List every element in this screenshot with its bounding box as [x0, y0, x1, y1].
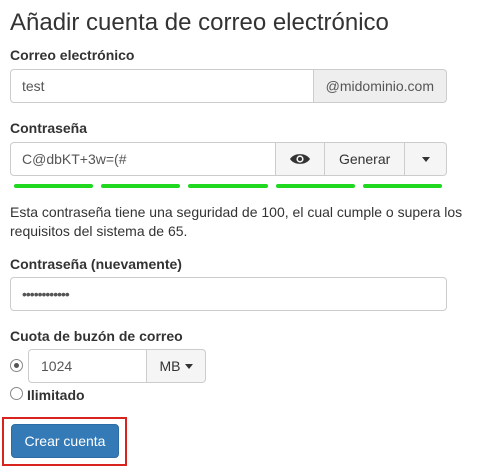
quota-unlimited-label[interactable]: Ilimitado	[27, 386, 85, 404]
email-domain-addon: @midominio.com	[313, 69, 447, 103]
strength-segment	[275, 184, 355, 188]
password-confirm-input[interactable]: ••••••••••••	[10, 277, 447, 311]
quota-unlimited-radio[interactable]	[10, 387, 23, 400]
email-input[interactable]: test	[10, 69, 314, 103]
quota-limited-radio[interactable]	[10, 359, 23, 372]
quota-label: Cuota de buzón de correo	[10, 328, 183, 344]
caret-down-icon	[184, 363, 193, 369]
strength-segment	[188, 184, 268, 188]
password-strength-meter	[14, 184, 443, 189]
generate-options-dropdown[interactable]	[405, 142, 447, 176]
show-password-button[interactable]	[276, 142, 326, 176]
password-label: Contraseña	[10, 120, 88, 136]
strength-segment	[362, 184, 443, 188]
create-account-button[interactable]: Crear cuenta	[11, 424, 119, 458]
email-label: Correo electrónico	[10, 47, 135, 63]
strength-segment	[14, 184, 94, 188]
page-title: Añadir cuenta de correo electrónico	[10, 9, 389, 36]
quota-unit-dropdown[interactable]: MB	[147, 349, 206, 383]
password-confirm-group: ••••••••••••	[10, 277, 447, 311]
eye-icon	[290, 154, 311, 164]
strength-segment	[101, 184, 181, 188]
password-strength-help: Esta contraseña tiene una seguridad de 1…	[10, 204, 463, 239]
email-input-group: test @midominio.com	[10, 69, 447, 103]
quota-input-group: 1024 MB	[28, 349, 206, 383]
generate-password-button[interactable]: Generar	[325, 142, 406, 176]
password-input-group: C@dbKT+3w=(# Generar	[10, 142, 447, 176]
caret-down-icon	[421, 156, 430, 162]
password-confirm-label: Contraseña (nuevamente)	[10, 256, 182, 272]
quota-unit-label: MB	[159, 358, 181, 374]
quota-input[interactable]: 1024	[28, 349, 147, 383]
password-input[interactable]: C@dbKT+3w=(#	[10, 142, 277, 176]
